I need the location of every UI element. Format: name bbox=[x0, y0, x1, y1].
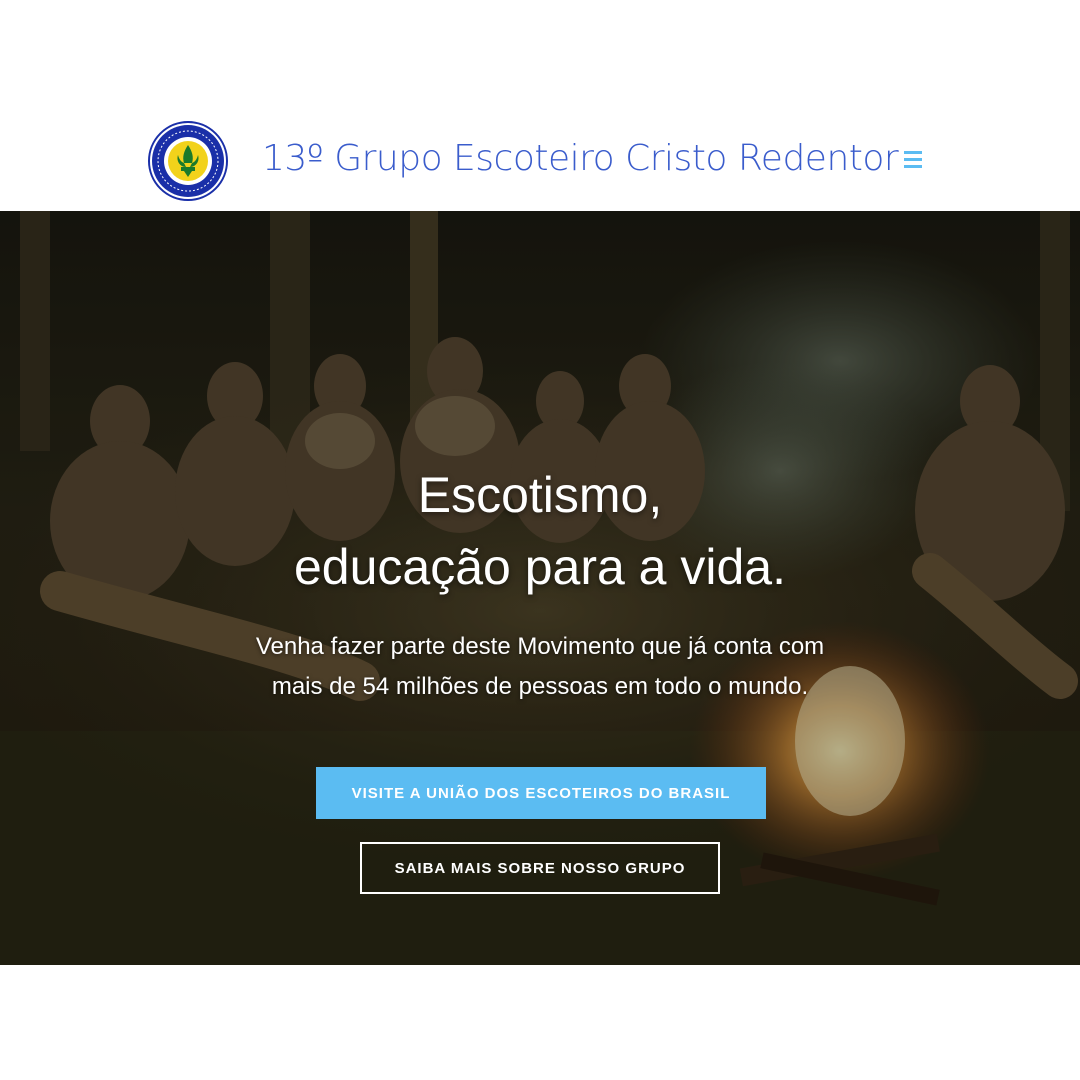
hero-section: Escotismo, educação para a vida. Venha f… bbox=[0, 211, 1080, 965]
learn-more-group-button[interactable]: SAIBA MAIS SOBRE NOSSO GRUPO bbox=[360, 842, 720, 894]
hero-description: Venha fazer parte deste Movimento que já… bbox=[255, 633, 825, 700]
hero-title-line2: educação para a vida. bbox=[293, 539, 787, 595]
site-header: 13º Grupo Escoteiro Cristo Redentor bbox=[0, 0, 1080, 211]
visit-ueb-button[interactable]: VISITE A UNIÃO DOS ESCOTEIROS DO BRASIL bbox=[316, 767, 766, 819]
hero-title-line1: Escotismo, bbox=[417, 467, 663, 523]
site-title[interactable]: 13º Grupo Escoteiro Cristo Redentor bbox=[262, 138, 899, 179]
scout-emblem-logo[interactable] bbox=[148, 121, 228, 201]
hamburger-menu-icon[interactable] bbox=[898, 146, 928, 172]
